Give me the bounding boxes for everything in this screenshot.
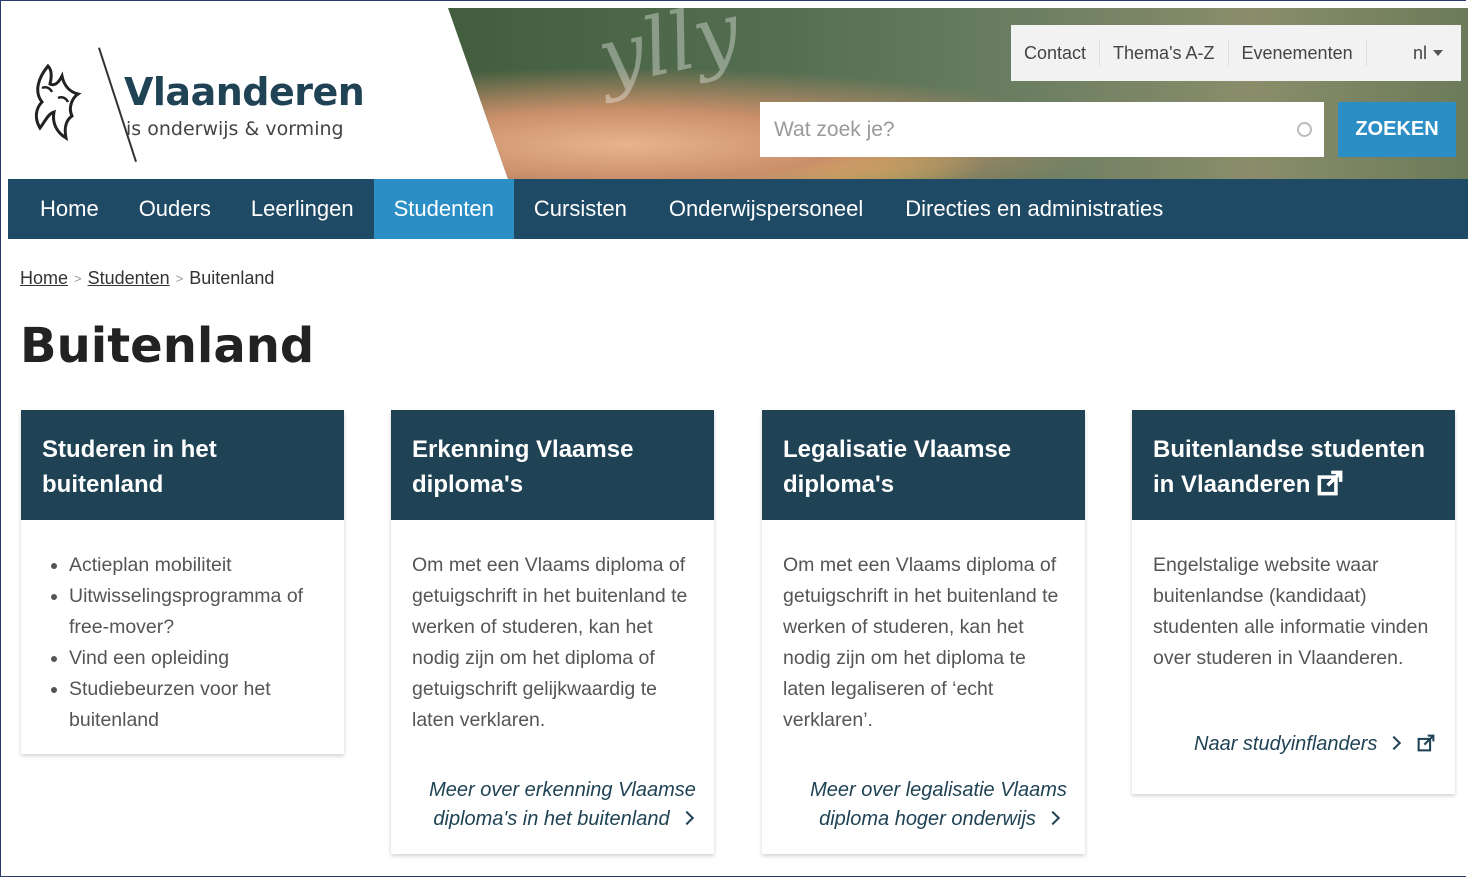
site-header: ylly Vlaanderen is onderwijs & vorming C… xyxy=(8,8,1468,179)
breadcrumb-home[interactable]: Home xyxy=(20,268,68,289)
utility-link-themas[interactable]: Thema's A-Z xyxy=(1100,40,1229,66)
list-item[interactable]: Uitwisselingsprogramma of free-mover? xyxy=(69,581,324,643)
nav-item-cursisten[interactable]: Cursisten xyxy=(514,179,647,239)
card-studeren-buitenland: Studeren in het buitenland Actieplan mob… xyxy=(21,410,344,754)
breadcrumb-separator: > xyxy=(175,271,184,286)
card-external-link[interactable]: Naar studyinflanders xyxy=(1132,720,1455,781)
nav-item-ouders[interactable]: Ouders xyxy=(119,179,231,239)
utility-link-contact[interactable]: Contact xyxy=(1011,40,1101,66)
list-item[interactable]: Studiebeurzen voor het buitenland xyxy=(69,674,324,736)
breadcrumb: Home > Studenten > Buitenland xyxy=(20,268,274,289)
card-link-list: Actieplan mobiliteit Uitwisselingsprogra… xyxy=(41,550,324,736)
nav-item-onderwijspersoneel[interactable]: Onderwijspersoneel xyxy=(647,179,883,239)
search-input[interactable]: Wat zoek je? xyxy=(760,102,1324,157)
main-nav: Home Ouders Leerlingen Studenten Cursist… xyxy=(8,179,1468,239)
card-more-link[interactable]: Meer over legalisatie Vlaams diploma hog… xyxy=(762,766,1085,856)
card-legalisatie: Legalisatie Vlaamse diploma's Om met een… xyxy=(762,410,1085,854)
chevron-down-icon xyxy=(1433,50,1443,56)
language-selector[interactable]: nl xyxy=(1413,43,1443,64)
page-title: Buitenland xyxy=(20,318,315,374)
card-description: Om met een Vlaams diploma of getuigschri… xyxy=(412,554,688,731)
logo-subtitle: is onderwijs & vorming xyxy=(126,118,344,140)
external-link-icon xyxy=(1417,734,1435,752)
utility-link-evenementen[interactable]: Evenementen xyxy=(1229,40,1367,66)
card-title[interactable]: Legalisatie Vlaamse diploma's xyxy=(762,410,1085,520)
logo-title: Vlaanderen xyxy=(124,70,365,114)
card-erkenning: Erkenning Vlaamse diploma's Om met een V… xyxy=(391,410,714,854)
card-description: Engelstalige website waar buitenlandse (… xyxy=(1153,554,1429,669)
breadcrumb-separator: > xyxy=(74,271,82,286)
card-buitenlandse-studenten: Buitenlandse studenten in Vlaanderen Eng… xyxy=(1132,410,1455,794)
breadcrumb-current: Buitenland xyxy=(189,268,275,288)
card-title[interactable]: Buitenlandse studenten in Vlaanderen xyxy=(1132,410,1455,520)
chevron-right-icon xyxy=(1045,810,1060,826)
list-item[interactable]: Actieplan mobiliteit xyxy=(69,550,324,581)
language-label: nl xyxy=(1412,42,1427,63)
nav-item-leerlingen[interactable]: Leerlingen xyxy=(231,179,374,239)
clear-search-icon[interactable] xyxy=(1297,122,1312,137)
card-more-link[interactable]: Meer over erkenning Vlaamse diploma's in… xyxy=(391,766,714,856)
search-button[interactable]: ZOEKEN xyxy=(1338,102,1456,157)
list-item[interactable]: Vind een opleiding xyxy=(69,643,324,674)
nav-item-studenten[interactable]: Studenten xyxy=(373,179,514,239)
chevron-right-icon xyxy=(1387,735,1402,751)
card-title[interactable]: Studeren in het buitenland xyxy=(21,410,344,520)
card-title[interactable]: Erkenning Vlaamse diploma's xyxy=(391,410,714,520)
breadcrumb-studenten[interactable]: Studenten xyxy=(88,268,170,289)
search-placeholder: Wat zoek je? xyxy=(774,117,895,141)
utility-nav: Contact Thema's A-Z Evenementen nl xyxy=(1011,25,1461,81)
flemish-lion-icon xyxy=(34,63,82,142)
chevron-right-icon xyxy=(679,810,694,826)
nav-item-home[interactable]: Home xyxy=(8,179,119,239)
card-description: Om met een Vlaams diploma of getuigschri… xyxy=(783,554,1059,731)
external-link-icon xyxy=(1317,470,1343,496)
nav-item-directies[interactable]: Directies en administraties xyxy=(883,179,1183,239)
site-logo[interactable]: Vlaanderen is onderwijs & vorming xyxy=(28,47,365,168)
